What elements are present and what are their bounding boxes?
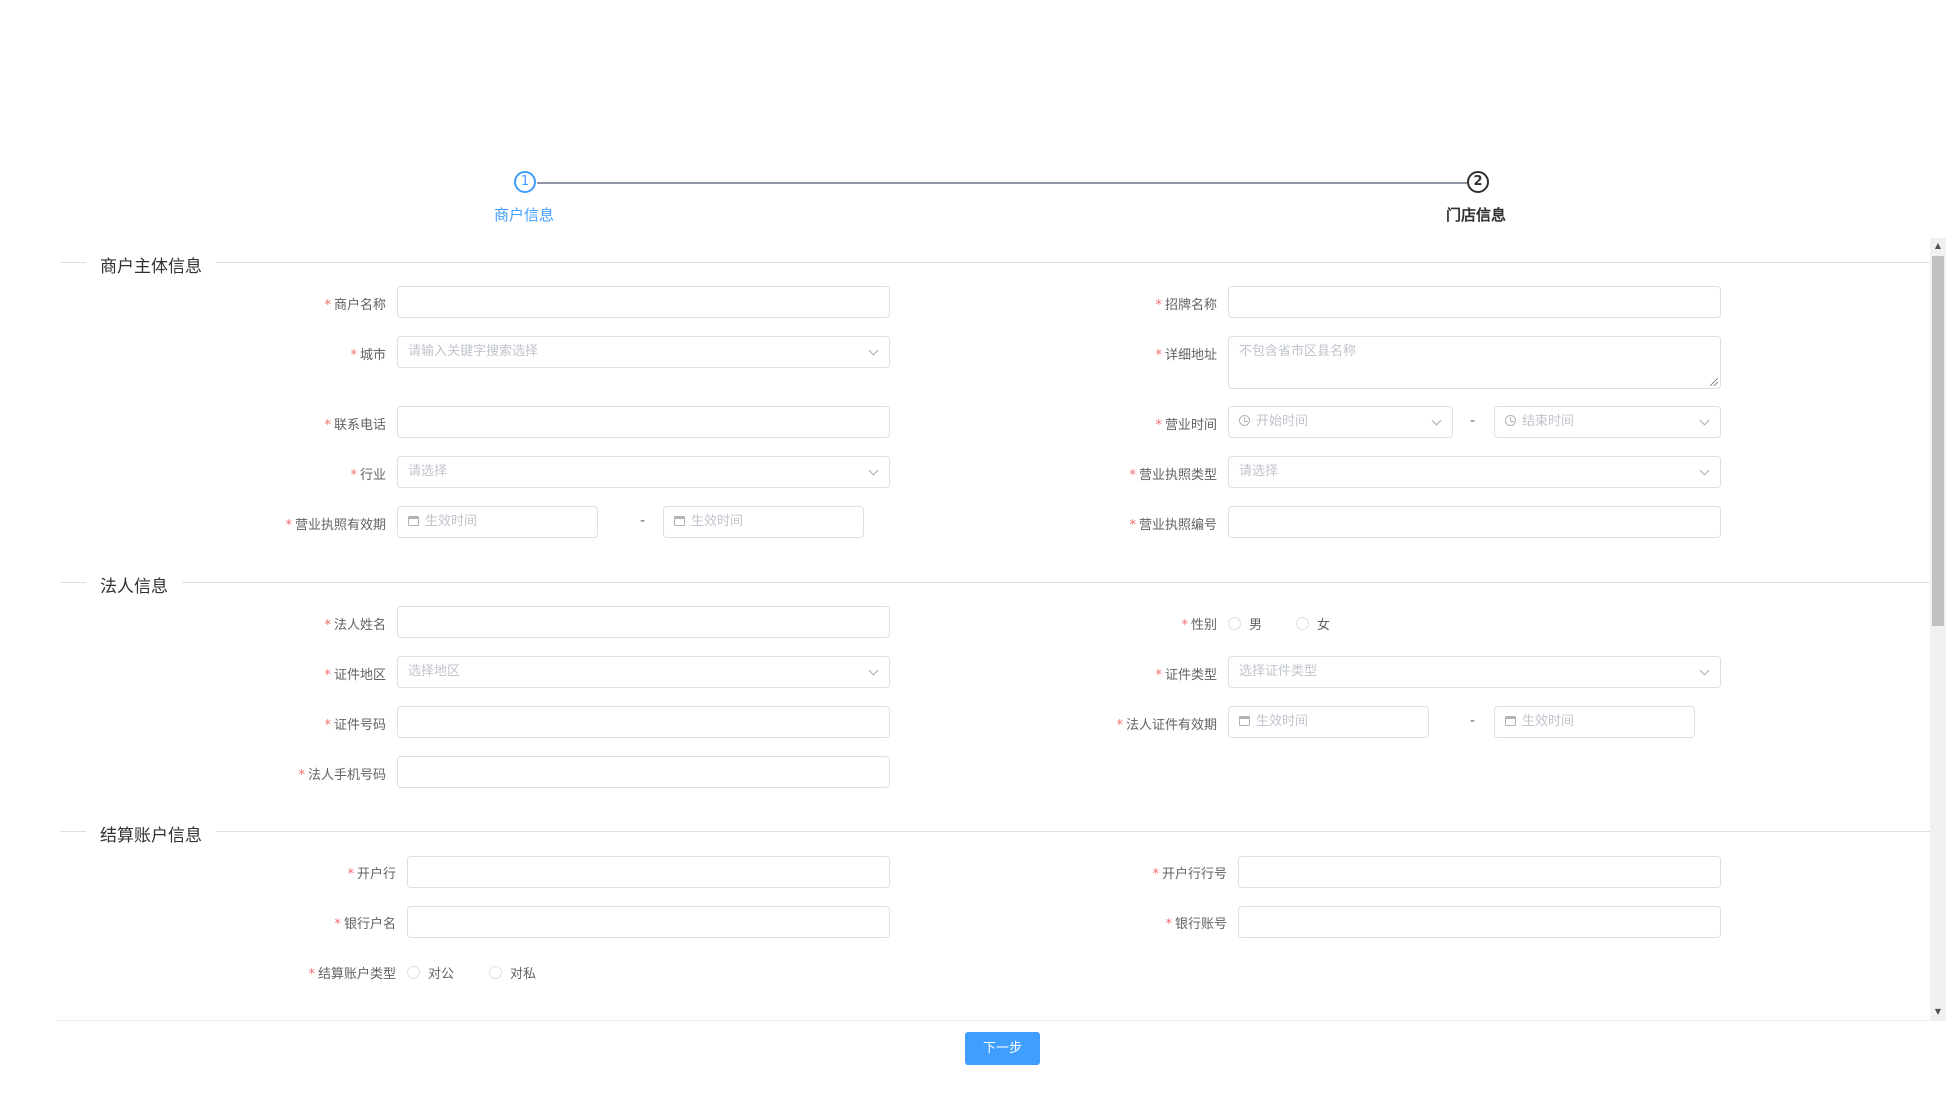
account-name-input[interactable] (407, 906, 890, 938)
step-1-icon: 1 (514, 171, 536, 193)
label-account-name: * 银行户名 (334, 917, 396, 932)
radio-circle-icon[interactable] (489, 966, 502, 979)
clock-icon (1239, 415, 1250, 426)
resize-handle-icon[interactable] (1710, 378, 1718, 386)
label-bank-code: * 开户行行号 (1152, 867, 1227, 882)
account-type-radio-private[interactable]: 对私 (489, 963, 536, 982)
section-title-legal: 法人信息 (86, 572, 182, 597)
chevron-down-icon (1699, 665, 1710, 676)
label-business-hours: * 营业时间 (1155, 418, 1217, 433)
license-type-select[interactable]: 请选择 (1228, 456, 1721, 488)
id-start-date-picker[interactable]: 生效时间 (1228, 706, 1429, 738)
scroll-down-icon[interactable]: ▼ (1932, 1006, 1944, 1018)
calendar-icon (674, 515, 685, 526)
chevron-down-icon (868, 465, 879, 476)
label-id-number: * 证件号码 (324, 718, 386, 733)
label-id-region: * 证件地区 (324, 668, 386, 683)
step-2-title: 门店信息 (1446, 206, 1507, 224)
chevron-down-icon (868, 345, 879, 356)
step-1-title: 商户信息 (494, 206, 555, 224)
label-city: * 城市 (350, 348, 386, 363)
chevron-down-icon (868, 665, 879, 676)
account-number-input[interactable] (1238, 906, 1721, 938)
section-title-settlement: 结算账户信息 (86, 821, 216, 846)
calendar-icon (408, 515, 419, 526)
radio-circle-icon[interactable] (407, 966, 420, 979)
label-bank: * 开户行 (347, 867, 396, 882)
section-title-merchant: 商户主体信息 (86, 252, 216, 277)
id-region-select[interactable]: 选择地区 (397, 656, 890, 688)
next-step-button[interactable]: 下一步 (965, 1032, 1040, 1065)
scroll-up-icon[interactable]: ▲ (1932, 240, 1944, 252)
merchant-name-input[interactable] (397, 286, 890, 318)
label-id-validity: * 法人证件有效期 (1116, 718, 1217, 733)
section-divider-merchant (60, 262, 1930, 263)
label-license-type: * 营业执照类型 (1129, 468, 1217, 483)
label-address: * 详细地址 (1155, 348, 1217, 363)
radio-circle-icon[interactable] (1228, 617, 1241, 630)
label-account-type: * 结算账户类型 (308, 967, 396, 982)
bank-code-input[interactable] (1238, 856, 1721, 888)
radio-circle-icon[interactable] (1296, 617, 1309, 630)
legal-name-input[interactable] (397, 606, 890, 638)
label-id-type: * 证件类型 (1155, 668, 1217, 683)
range-separator: - (640, 513, 646, 529)
section-divider-settlement (60, 831, 1930, 832)
bank-input[interactable] (407, 856, 890, 888)
chevron-down-icon (1699, 465, 1710, 476)
label-phone: * 联系电话 (324, 418, 386, 433)
gender-radio-male[interactable]: 男 (1228, 614, 1262, 633)
gender-radio-female[interactable]: 女 (1296, 614, 1330, 633)
label-industry: * 行业 (350, 468, 386, 483)
step-2-icon: 2 (1467, 171, 1489, 193)
start-time-select[interactable]: 开始时间 (1228, 406, 1453, 438)
brand-name-input[interactable] (1228, 286, 1721, 318)
id-end-date-picker[interactable]: 生效时间 (1494, 706, 1695, 738)
label-legal-name: * 法人姓名 (324, 618, 386, 633)
city-select[interactable]: 请输入关键字搜索选择 (397, 336, 890, 368)
footer-divider (56, 1020, 1946, 1021)
required-mark: * (324, 298, 331, 313)
range-separator: - (1470, 713, 1476, 729)
label-license-number: * 营业执照编号 (1129, 518, 1217, 533)
range-separator: - (1470, 413, 1476, 429)
address-textarea[interactable]: 不包含省市区县名称 (1228, 336, 1721, 389)
section-divider-legal (60, 582, 1930, 583)
label-license-validity: * 营业执照有效期 (285, 518, 386, 533)
account-type-radio-public[interactable]: 对公 (407, 963, 454, 982)
end-time-select[interactable]: 结束时间 (1494, 406, 1721, 438)
calendar-icon (1505, 715, 1516, 726)
id-number-input[interactable] (397, 706, 890, 738)
legal-phone-input[interactable] (397, 756, 890, 788)
calendar-icon (1239, 715, 1250, 726)
step-connector (537, 182, 1467, 184)
label-brand-name: * 招牌名称 (1155, 298, 1217, 313)
scrollbar-thumb[interactable] (1932, 256, 1944, 626)
industry-select[interactable]: 请选择 (397, 456, 890, 488)
label-gender: * 性别 (1181, 618, 1217, 633)
label-account-number: * 银行账号 (1165, 917, 1227, 932)
license-start-date-picker[interactable]: 生效时间 (397, 506, 598, 538)
phone-input[interactable] (397, 406, 890, 438)
license-end-date-picker[interactable]: 生效时间 (663, 506, 864, 538)
chevron-down-icon (1431, 415, 1442, 426)
label-merchant-name: * 商户名称 (324, 298, 386, 313)
label-legal-phone: * 法人手机号码 (298, 768, 386, 783)
id-type-select[interactable]: 选择证件类型 (1228, 656, 1721, 688)
license-number-input[interactable] (1228, 506, 1721, 538)
chevron-down-icon (1699, 415, 1710, 426)
clock-icon (1505, 415, 1516, 426)
